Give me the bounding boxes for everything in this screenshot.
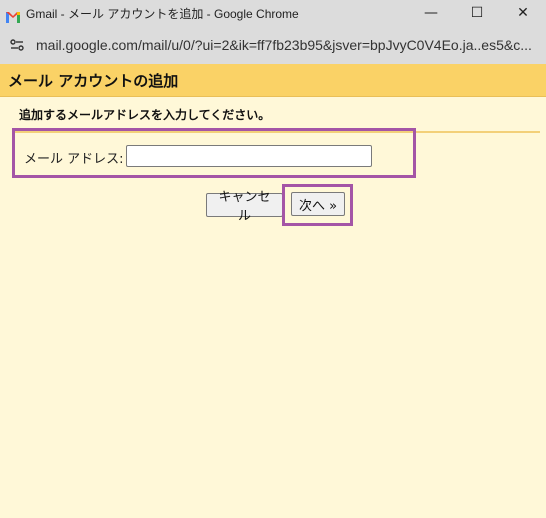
dialog-page: メール アカウントの追加 追加するメールアドレスを入力してください。 メール ア… bbox=[0, 64, 546, 518]
email-input[interactable] bbox=[126, 145, 372, 167]
site-info-icon[interactable] bbox=[6, 34, 28, 56]
window-titlebar: Gmail - メール アカウントを追加 - Google Chrome — ☐… bbox=[0, 0, 546, 26]
address-bar: mail.google.com/mail/u/0/?ui=2&ik=ff7fb2… bbox=[0, 26, 546, 64]
minimize-icon[interactable]: — bbox=[408, 0, 454, 26]
email-row-highlight: メール アドレス: bbox=[12, 128, 416, 178]
window-title: Gmail - メール アカウントを追加 - Google Chrome bbox=[26, 6, 299, 21]
url-text[interactable]: mail.google.com/mail/u/0/?ui=2&ik=ff7fb2… bbox=[36, 37, 536, 53]
window-controls: — ☐ ✕ bbox=[408, 0, 546, 26]
cancel-button[interactable]: キャンセル bbox=[206, 190, 283, 224]
email-label: メール アドレス: bbox=[24, 152, 124, 167]
dialog-header: メール アカウントの追加 bbox=[0, 64, 546, 97]
gmail-logo-icon bbox=[6, 8, 20, 23]
close-icon[interactable]: ✕ bbox=[500, 0, 546, 26]
instruction-text: 追加するメールアドレスを入力してください。 bbox=[19, 108, 271, 122]
next-button[interactable]: 次へ » bbox=[291, 192, 345, 216]
maximize-icon[interactable]: ☐ bbox=[454, 0, 500, 26]
dialog-title: メール アカウントの追加 bbox=[8, 72, 179, 90]
